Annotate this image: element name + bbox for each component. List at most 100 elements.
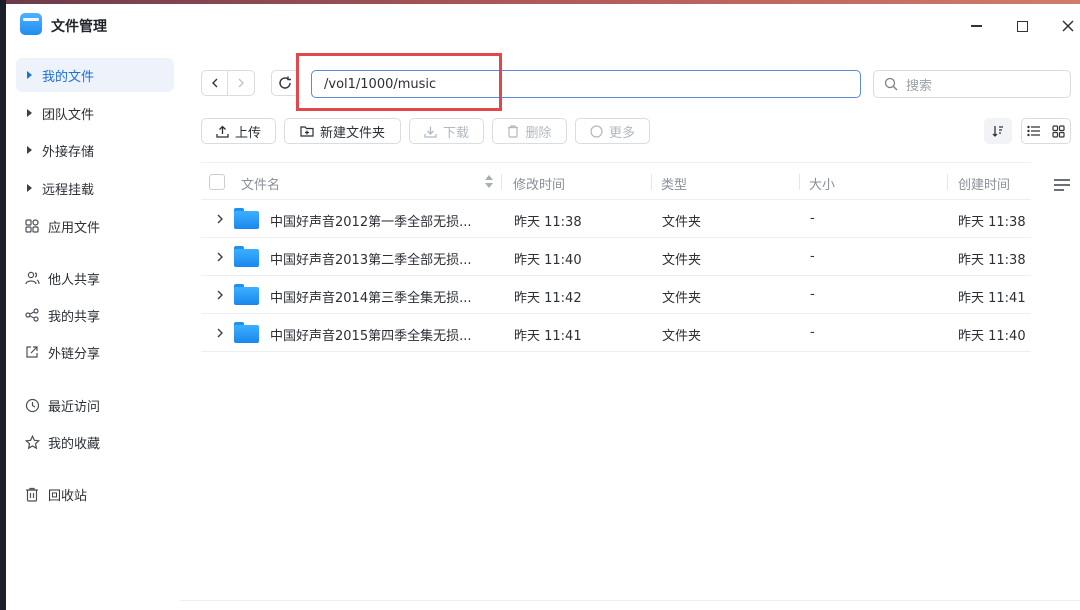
- created-time: 昨天 11:41: [958, 291, 1026, 306]
- sidebar-item-favorites[interactable]: 我的收藏: [16, 425, 174, 459]
- upload-icon: [216, 125, 229, 138]
- sidebar-item-team-files[interactable]: 团队文件: [16, 96, 174, 130]
- download-icon: [424, 125, 437, 138]
- refresh-button[interactable]: [271, 70, 299, 96]
- modified-time: 昨天 11:38: [514, 215, 582, 230]
- chevron-right-icon[interactable]: [215, 213, 225, 225]
- chevron-right-icon: [238, 78, 244, 88]
- sidebar-item-external-storage[interactable]: 外接存储: [16, 133, 174, 167]
- sort-arrows-icon[interactable]: [484, 173, 494, 191]
- column-settings-icon[interactable]: [1054, 178, 1070, 192]
- search-placeholder: 搜索: [906, 78, 933, 94]
- modified-time: 昨天 11:40: [514, 253, 582, 268]
- sidebar-item-my-files[interactable]: 我的文件: [16, 58, 174, 92]
- created-time: 昨天 11:38: [958, 253, 1026, 268]
- chevron-right-icon[interactable]: [215, 289, 225, 301]
- share-icon: [24, 307, 40, 323]
- sidebar: 我的文件 团队文件 外接存储 远程挂载 应用文件 他人共享 我的共享 外链分享 …: [6, 48, 180, 610]
- column-divider[interactable]: [501, 174, 502, 190]
- sidebar-item-label: 最近访问: [48, 399, 101, 415]
- modified-time: 昨天 11:42: [514, 291, 582, 306]
- table-row[interactable]: 中国好声音2012第一季全部无损... 昨天 11:38 文件夹 - 昨天 11…: [201, 200, 1031, 238]
- upload-label: 上传: [234, 125, 261, 141]
- column-header-created[interactable]: 创建时间: [958, 174, 1010, 193]
- triangle-right-icon: [27, 71, 32, 79]
- chevron-left-icon: [211, 78, 217, 88]
- column-divider[interactable]: [947, 174, 948, 190]
- sidebar-item-label: 应用文件: [48, 220, 101, 236]
- annotation-highlight-box: [296, 53, 502, 111]
- grid-view-button[interactable]: [1046, 119, 1070, 143]
- maximize-icon: [1016, 20, 1028, 32]
- more-button[interactable]: 更多: [575, 118, 650, 144]
- sidebar-item-label: 外接存储: [42, 144, 95, 160]
- file-manager-window: 文件管理 我的文件 团队文件 外接存储 远程挂载 应用文件 他人共享 我的共享 …: [6, 4, 1080, 610]
- external-link-icon: [24, 344, 40, 360]
- table-row[interactable]: 中国好声音2014第三季全集无损... 昨天 11:42 文件夹 - 昨天 11…: [201, 276, 1031, 314]
- new-folder-button[interactable]: 新建文件夹: [284, 118, 401, 144]
- modified-time: 昨天 11:41: [514, 329, 582, 344]
- clock-icon: [24, 397, 40, 413]
- minimize-button[interactable]: [964, 14, 988, 38]
- delete-button[interactable]: 删除: [492, 118, 567, 144]
- column-divider[interactable]: [799, 174, 800, 190]
- list-view-button[interactable]: [1022, 119, 1046, 143]
- sidebar-item-recycle-bin[interactable]: 回收站: [16, 477, 174, 511]
- star-icon: [24, 434, 40, 450]
- delete-label: 删除: [525, 125, 552, 141]
- file-size: -: [810, 249, 815, 264]
- sort-icon: [992, 126, 1003, 137]
- apps-grid-icon: [24, 218, 40, 234]
- refresh-icon: [279, 76, 291, 89]
- download-label: 下载: [442, 125, 469, 141]
- column-header-type[interactable]: 类型: [661, 174, 687, 193]
- title-bar: 文件管理: [6, 4, 1080, 48]
- sidebar-item-label: 他人共享: [48, 272, 101, 288]
- folder-icon: [234, 246, 259, 267]
- triangle-right-icon: [27, 146, 32, 154]
- sidebar-item-remote-mount[interactable]: 远程挂载: [16, 171, 174, 205]
- select-all-checkbox[interactable]: [209, 174, 225, 190]
- created-time: 昨天 11:40: [958, 329, 1026, 344]
- table-row[interactable]: 中国好声音2015第四季全集无损... 昨天 11:41 文件夹 - 昨天 11…: [201, 314, 1031, 352]
- table-row[interactable]: 中国好声音2013第二季全部无损... 昨天 11:40 文件夹 - 昨天 11…: [201, 238, 1031, 276]
- file-name: 中国好声音2014第三季全集无损...: [270, 291, 472, 306]
- column-header-size[interactable]: 大小: [809, 174, 835, 193]
- download-button[interactable]: 下载: [409, 118, 484, 144]
- file-size: -: [810, 211, 815, 226]
- sidebar-item-label: 远程挂载: [42, 182, 95, 198]
- chevron-right-icon[interactable]: [215, 327, 225, 339]
- grid-view-icon: [1051, 124, 1065, 138]
- upload-button[interactable]: 上传: [201, 118, 276, 144]
- view-mode-toggle: [1021, 118, 1071, 144]
- back-button[interactable]: [202, 71, 229, 95]
- column-divider[interactable]: [651, 174, 652, 190]
- sort-button[interactable]: [984, 118, 1012, 144]
- trash-icon: [24, 486, 40, 502]
- column-header-name[interactable]: 文件名: [241, 174, 280, 193]
- triangle-right-icon: [27, 184, 32, 192]
- sidebar-item-my-shares[interactable]: 我的共享: [16, 298, 174, 332]
- people-icon: [24, 270, 40, 286]
- minimize-icon: [970, 25, 982, 27]
- maximize-button[interactable]: [1010, 14, 1034, 38]
- column-header-modified[interactable]: 修改时间: [513, 174, 565, 193]
- search-input[interactable]: 搜索: [873, 70, 1071, 98]
- file-manager-app-icon: [20, 13, 42, 35]
- sidebar-item-app-files[interactable]: 应用文件: [16, 209, 174, 243]
- sidebar-item-label: 回收站: [48, 488, 88, 504]
- forward-button[interactable]: [228, 71, 254, 95]
- sidebar-item-recent[interactable]: 最近访问: [16, 388, 174, 422]
- search-icon: [884, 77, 898, 91]
- file-name: 中国好声音2013第二季全部无损...: [270, 253, 472, 268]
- folder-icon: [234, 322, 259, 343]
- close-button[interactable]: [1056, 14, 1080, 38]
- main-content: /vol1/1000/music 搜索 上传 新建文件夹 下载 删除 更多 文件…: [180, 48, 1080, 610]
- folder-icon: [234, 284, 259, 305]
- sidebar-item-external-links[interactable]: 外链分享: [16, 335, 174, 369]
- more-circle-icon: [590, 124, 603, 138]
- chevron-right-icon[interactable]: [215, 251, 225, 263]
- sidebar-item-shared-with-me[interactable]: 他人共享: [16, 261, 174, 295]
- created-time: 昨天 11:38: [958, 215, 1026, 230]
- new-folder-label: 新建文件夹: [319, 125, 385, 141]
